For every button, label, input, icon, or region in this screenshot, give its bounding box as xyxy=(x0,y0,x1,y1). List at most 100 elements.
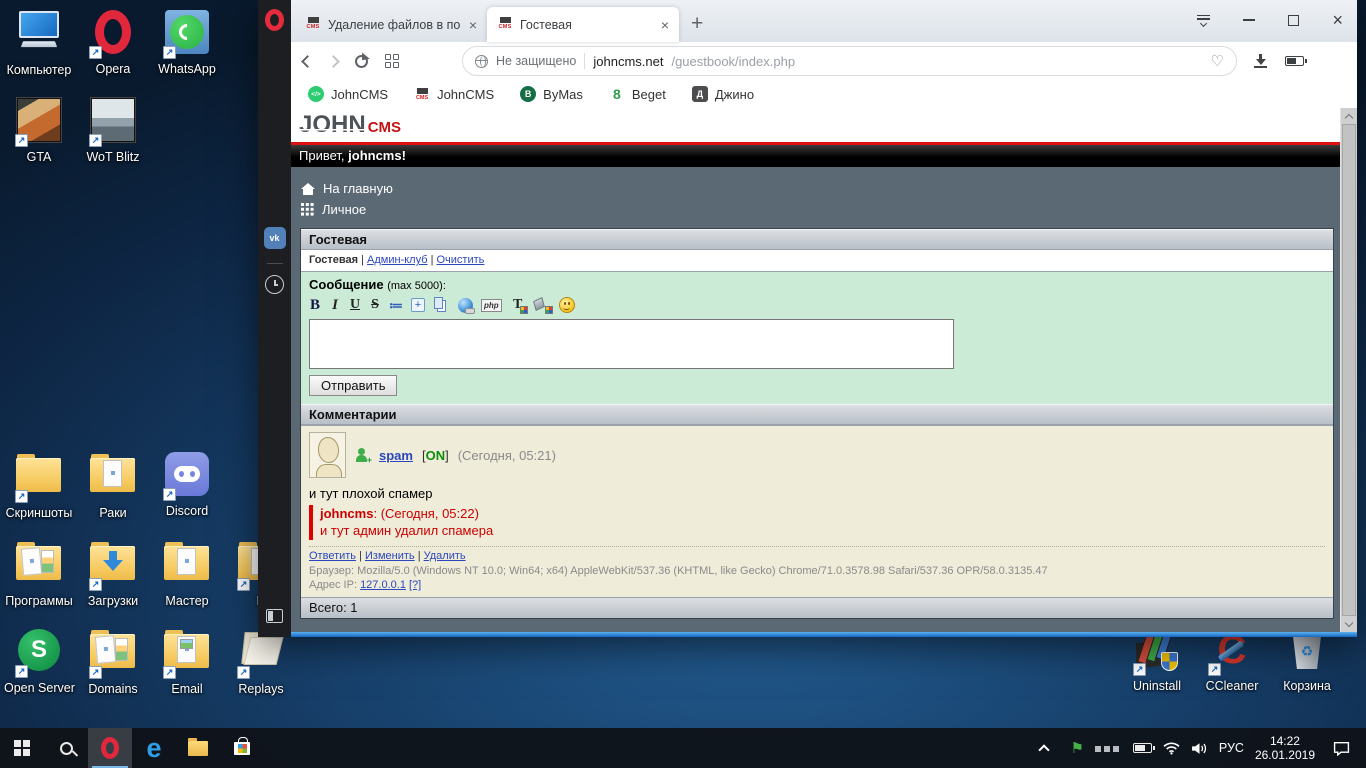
taskbar-store-button[interactable] xyxy=(220,728,264,768)
bookmark-item[interactable]: CMS JohnCMS xyxy=(414,86,494,102)
desktop-icon[interactable]: ↗ GTA xyxy=(4,96,74,164)
ip-link[interactable]: 127.0.0.1 xyxy=(360,579,406,591)
johncms-logo[interactable]: JOHN xyxy=(299,111,366,139)
nav-personal-link[interactable]: Личное xyxy=(301,199,1340,220)
opera-sidebar: vk xyxy=(258,0,291,637)
user-add-icon[interactable]: + xyxy=(355,447,372,464)
desktop-icon[interactable]: ↗ Discord xyxy=(152,450,222,518)
delete-link[interactable]: Удалить xyxy=(424,550,466,562)
format-list-icon[interactable]: ≔ xyxy=(389,297,403,314)
reply-link[interactable]: Ответить xyxy=(309,550,356,562)
tab-inactive[interactable]: CMS Удаление файлов в почте × xyxy=(295,7,487,42)
tab-close-icon[interactable]: × xyxy=(659,17,671,33)
format-fillcolor-icon[interactable] xyxy=(532,296,553,314)
folder-open-icon: ↗ xyxy=(237,630,285,680)
taskbar-explorer-button[interactable] xyxy=(176,728,220,768)
reload-icon[interactable] xyxy=(355,53,368,68)
downloads-icon[interactable] xyxy=(1254,54,1268,68)
format-bold-icon[interactable]: B xyxy=(309,297,321,314)
forward-icon[interactable] xyxy=(327,54,340,68)
message-textarea[interactable] xyxy=(309,319,954,369)
start-button[interactable] xyxy=(0,728,44,768)
shortcut-arrow-icon: ↗ xyxy=(15,134,28,147)
taskbar-opera-button[interactable] xyxy=(88,728,132,768)
useragent-line: Браузер: Mozilla/5.0 (Windows NT 10.0; W… xyxy=(309,565,1048,577)
url-host: johncms.net xyxy=(593,53,664,69)
whatsapp-icon: ↗ xyxy=(163,10,211,60)
desktop-icon[interactable]: ↗ Загрузки xyxy=(78,538,148,608)
new-tab-button[interactable]: + xyxy=(691,12,703,36)
format-link-icon[interactable] xyxy=(458,297,475,314)
desktop-icon[interactable]: ↗ Скриншоты xyxy=(4,450,74,520)
page-scrollbar[interactable] xyxy=(1340,108,1357,632)
bookmark-item[interactable]: Д Джино xyxy=(691,86,754,102)
bookmark-item[interactable]: </> JohnCMS xyxy=(308,86,388,102)
sidebar-panel-toggle-icon[interactable] xyxy=(266,609,283,623)
desktop-icon[interactable]: S ↗ Open Server xyxy=(4,626,75,695)
openserver-flag-icon[interactable]: ⚑ xyxy=(1070,741,1083,756)
close-button[interactable]: × xyxy=(1332,11,1343,29)
folder-doc-icon xyxy=(163,542,211,592)
windows-logo-icon xyxy=(14,740,30,756)
bookmark-heart-icon[interactable]: ♡ xyxy=(1211,52,1224,70)
clock[interactable]: 14:22 26.01.2019 xyxy=(1255,734,1315,762)
scroll-down-icon[interactable] xyxy=(1341,616,1357,632)
format-underline-icon[interactable]: U xyxy=(349,297,361,314)
taskbar-edge-button[interactable]: e xyxy=(132,728,176,768)
battery-saver-icon[interactable] xyxy=(1285,56,1307,66)
desktop-icon[interactable]: ↗ WhatsApp xyxy=(152,8,222,76)
speed-dial-icon[interactable] xyxy=(385,54,399,68)
desktop-icon[interactable]: ↗ WoT Blitz xyxy=(78,96,148,164)
admin-club-link[interactable]: Админ-клуб xyxy=(367,254,427,266)
opera-logo-icon[interactable] xyxy=(265,9,284,31)
history-clock-icon[interactable] xyxy=(265,275,284,294)
tab-close-icon[interactable]: × xyxy=(467,17,479,33)
format-smiley-icon[interactable] xyxy=(558,297,575,313)
desktop-icon[interactable]: Программы xyxy=(4,538,74,608)
nav-home-link[interactable]: На главную xyxy=(301,178,1340,199)
format-italic-icon[interactable]: I xyxy=(329,297,341,314)
desktop-icon[interactable]: Мастер xyxy=(152,538,222,608)
site-info-globe-icon[interactable] xyxy=(475,54,488,68)
scroll-up-icon[interactable] xyxy=(1341,108,1357,124)
desktop-icon[interactable]: ↗ Email xyxy=(152,626,222,696)
tab-menu-icon[interactable] xyxy=(1197,14,1211,27)
edit-link[interactable]: Изменить xyxy=(365,550,415,562)
desktop-icon[interactable]: ↗ Domains xyxy=(78,626,148,696)
format-copy-icon[interactable] xyxy=(433,296,450,314)
minimize-button[interactable] xyxy=(1243,19,1256,21)
comment-username-link[interactable]: spam xyxy=(379,448,413,463)
battery-icon[interactable] xyxy=(1132,743,1155,753)
language-indicator[interactable]: РУС xyxy=(1219,741,1244,755)
desktop-icon[interactable]: ↗ Opera xyxy=(78,8,148,76)
format-plus-icon[interactable]: + xyxy=(411,298,425,312)
tab-active[interactable]: CMS Гостевая × xyxy=(487,7,679,42)
format-strike-icon[interactable]: S xyxy=(369,297,381,314)
clear-link[interactable]: Очистить xyxy=(437,254,485,266)
ip-help-link[interactable]: [?] xyxy=(409,579,421,591)
format-php-icon[interactable]: php xyxy=(481,298,502,312)
maximize-button[interactable] xyxy=(1288,14,1300,26)
bookmark-label: ByMas xyxy=(543,86,583,102)
action-center-button[interactable] xyxy=(1326,741,1356,756)
desktop-icon[interactable]: Компьютер xyxy=(4,8,74,77)
tray-expand-button[interactable] xyxy=(1029,743,1059,756)
bookmark-item[interactable]: 8 Beget xyxy=(609,86,666,102)
address-bar[interactable]: Не защищено johncms.net/guestbook/index.… xyxy=(462,46,1237,76)
volume-icon[interactable] xyxy=(1191,742,1208,755)
bookmark-item[interactable]: B ByMas xyxy=(520,86,583,102)
johncms-logo-cms[interactable]: CMS xyxy=(368,119,401,136)
folder-full-icon xyxy=(15,542,63,592)
wifi-icon[interactable] xyxy=(1163,742,1180,755)
bookmark-label: JohnCMS xyxy=(331,86,389,102)
folder-down-icon: ↗ xyxy=(89,542,137,592)
scrollbar-thumb[interactable] xyxy=(1342,124,1356,616)
format-fontcolor-icon[interactable]: T xyxy=(510,297,528,314)
tray-app-icon[interactable] xyxy=(1094,739,1122,757)
search-button[interactable] xyxy=(44,728,88,768)
back-icon[interactable] xyxy=(301,54,314,68)
vk-sidebar-icon[interactable]: vk xyxy=(263,227,286,249)
desktop-icon[interactable]: Раки xyxy=(78,450,148,520)
submit-button[interactable]: Отправить xyxy=(309,375,398,396)
shortcut-arrow-icon: ↗ xyxy=(163,488,176,501)
